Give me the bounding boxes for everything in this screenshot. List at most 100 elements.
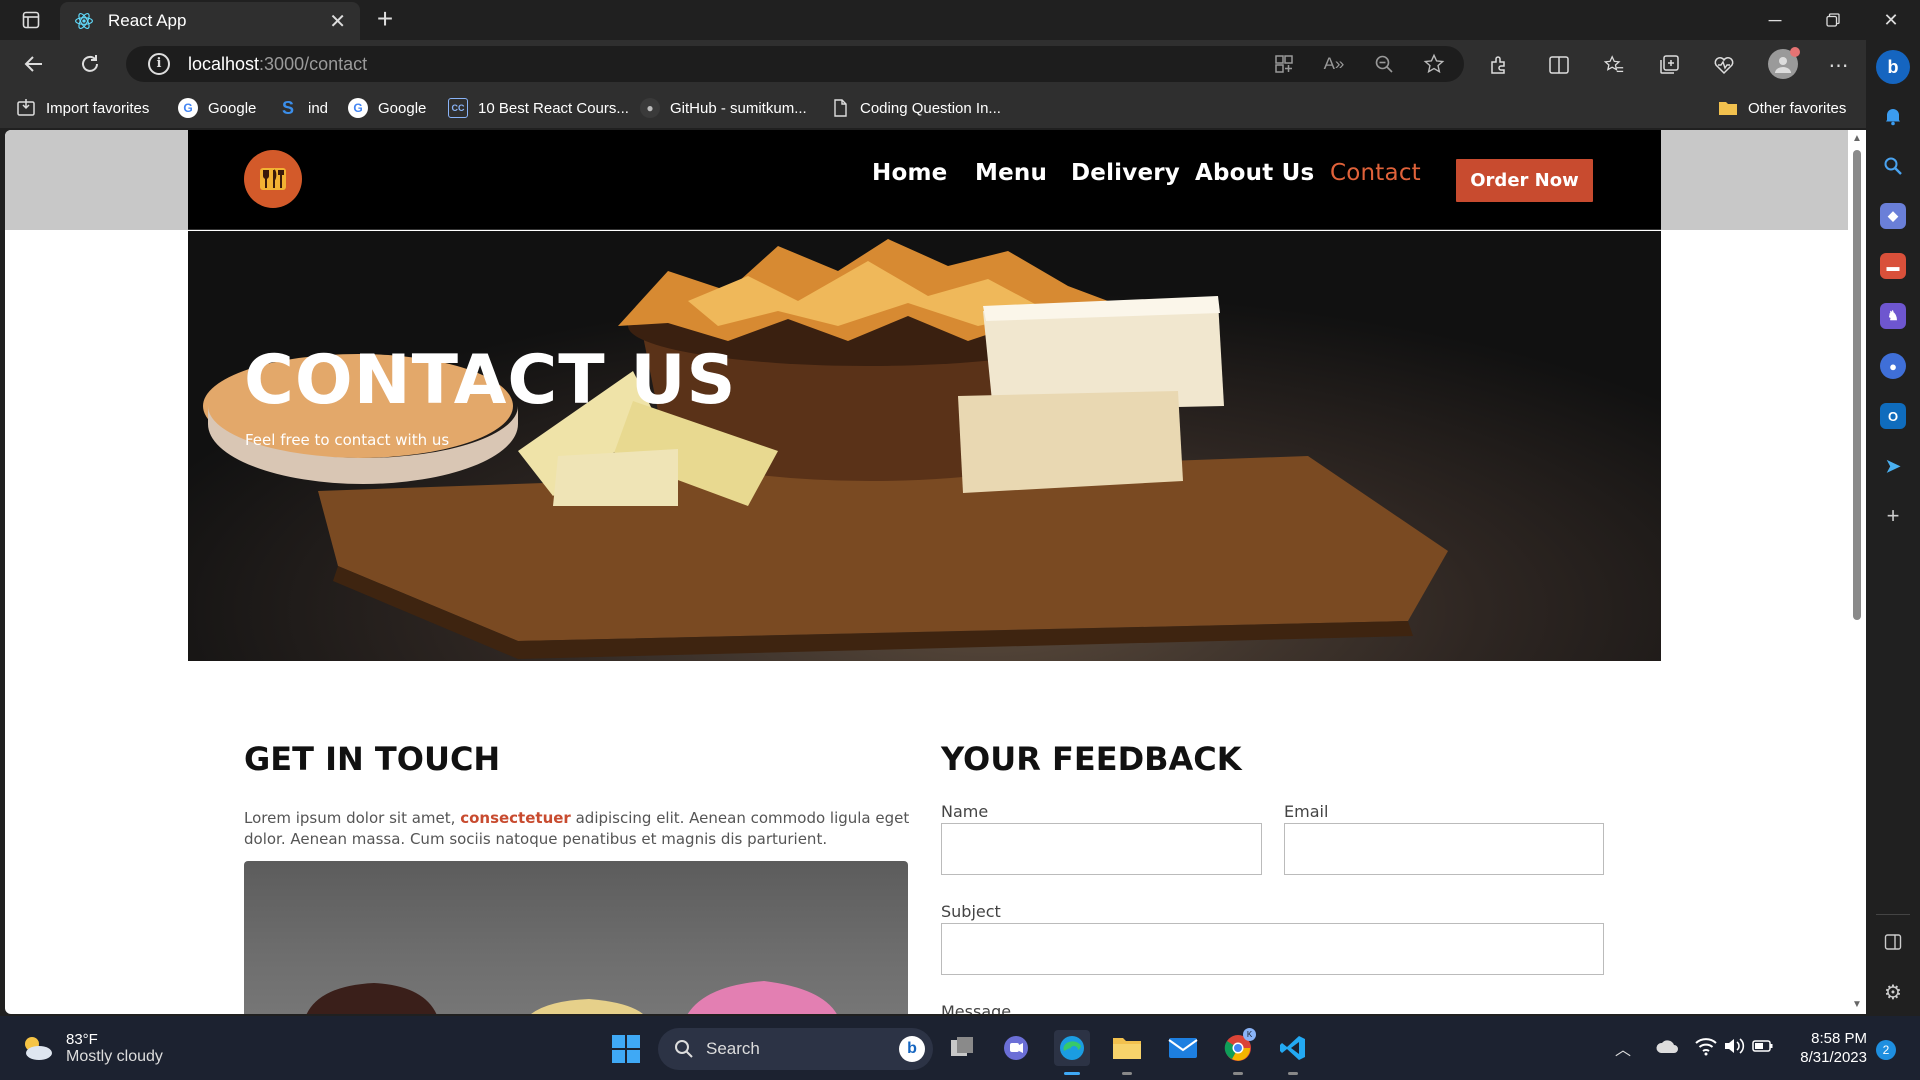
vscode-icon	[1280, 1036, 1305, 1060]
onedrive-icon[interactable]	[1655, 1038, 1679, 1059]
taskbar-search[interactable]: Search b	[658, 1028, 933, 1070]
zoom-out-icon[interactable]	[1371, 51, 1397, 77]
read-aloud-icon[interactable]: A»	[1321, 51, 1347, 77]
nav-menu[interactable]: Menu	[975, 160, 1047, 186]
cupcakes-illustration	[306, 981, 837, 1014]
weather-widget[interactable]: 83°F Mostly cloudy	[20, 1026, 163, 1070]
fav-ind[interactable]: S ind	[278, 96, 328, 120]
restore-button[interactable]	[1806, 0, 1860, 40]
github-icon: ●	[640, 98, 660, 118]
new-tab-button[interactable]: +	[370, 5, 400, 35]
chrome-indicator	[1233, 1072, 1243, 1075]
fav-label: Coding Question In...	[860, 99, 1001, 117]
explorer-indicator	[1122, 1072, 1132, 1075]
back-button[interactable]	[16, 48, 52, 80]
copilot-icon[interactable]: b	[1876, 50, 1910, 84]
clock-date: 8/31/2023	[1800, 1049, 1867, 1066]
file-explorer-button[interactable]	[1109, 1030, 1145, 1075]
fav-label: GitHub - sumitkum...	[670, 99, 807, 117]
refresh-button[interactable]	[72, 48, 108, 80]
vscode-button[interactable]	[1275, 1030, 1311, 1075]
windows-start-button[interactable]	[611, 1034, 641, 1064]
order-now-button[interactable]: Order Now	[1456, 159, 1593, 202]
app-available-icon[interactable]	[1271, 51, 1297, 77]
notification-count-badge[interactable]: 2	[1876, 1040, 1896, 1060]
notifications-bell-icon[interactable]	[1880, 103, 1906, 129]
site-info-icon[interactable]: i	[148, 53, 170, 75]
minimize-button[interactable]: ─	[1748, 0, 1802, 40]
split-screen-icon[interactable]	[1546, 52, 1572, 78]
browser-essentials-icon[interactable]	[1711, 52, 1737, 78]
teams-chat-icon	[1004, 1036, 1028, 1060]
folder-icon	[1113, 1038, 1141, 1059]
fav-react-courses[interactable]: CC 10 Best React Cours...	[448, 96, 629, 120]
restore-icon	[1826, 13, 1840, 27]
tools-icon[interactable]: ▬	[1880, 253, 1906, 279]
profile-avatar[interactable]	[1768, 47, 1800, 79]
add-sidebar-app-icon[interactable]: +	[1880, 503, 1906, 529]
email-input[interactable]	[1284, 823, 1604, 875]
fav-import-favorites[interactable]: Import favorites	[16, 96, 149, 120]
page-viewport: Home Menu Delivery About Us Contact Orde…	[5, 130, 1866, 1014]
close-window-button[interactable]: ✕	[1864, 0, 1918, 40]
nav-delivery[interactable]: Delivery	[1071, 160, 1180, 186]
collections-icon[interactable]	[1656, 52, 1682, 78]
mail-button[interactable]	[1165, 1030, 1201, 1066]
outlook-icon[interactable]: O	[1880, 403, 1906, 429]
restaurant-logo[interactable]	[244, 150, 302, 208]
windows-logo-icon	[612, 1035, 640, 1063]
hero-title: CONTACT US	[244, 341, 737, 420]
nav-home[interactable]: Home	[872, 160, 947, 186]
scrollbar-thumb[interactable]	[1853, 150, 1861, 620]
browser-tab-active[interactable]: React App ✕	[60, 2, 360, 40]
fav-google-1[interactable]: G Google	[178, 96, 256, 120]
subject-input[interactable]	[941, 923, 1604, 975]
subject-label: Subject	[941, 902, 1001, 921]
games-icon[interactable]: ♞	[1880, 303, 1906, 329]
fav-coding-question[interactable]: Coding Question In...	[830, 96, 1001, 120]
close-tab-icon[interactable]: ✕	[329, 9, 346, 34]
fav-other-favorites[interactable]: Other favorites	[1718, 96, 1846, 120]
partly-cloudy-night-icon	[25, 1037, 52, 1060]
favorites-bar: Import favorites G Google S ind G Google…	[0, 88, 1920, 128]
hide-sidebar-icon[interactable]	[1880, 929, 1906, 955]
teams-chat-button[interactable]	[998, 1030, 1034, 1066]
name-input[interactable]	[941, 823, 1262, 875]
scroll-up-arrow-icon[interactable]: ▲	[1852, 134, 1862, 144]
volume-icon[interactable]	[1723, 1036, 1745, 1061]
extensions-icon[interactable]	[1486, 52, 1512, 78]
chrome-button[interactable]: K	[1220, 1028, 1256, 1075]
fav-label: ind	[308, 99, 329, 117]
scroll-down-arrow-icon[interactable]: ▼	[1852, 1000, 1862, 1010]
wifi-icon[interactable]	[1695, 1036, 1717, 1061]
microsoft-365-icon[interactable]: ●	[1880, 353, 1906, 379]
fav-github[interactable]: ● GitHub - sumitkum...	[640, 96, 807, 120]
shopping-tag-icon[interactable]: ◆	[1880, 203, 1906, 229]
battery-icon[interactable]	[1752, 1038, 1774, 1059]
settings-more-icon[interactable]: ⋯	[1826, 52, 1852, 78]
favorites-icon[interactable]	[1601, 52, 1627, 78]
show-hidden-icons-chevron-icon[interactable]: ︿	[1615, 1036, 1631, 1060]
tab-title: React App	[108, 11, 187, 30]
favorite-star-icon[interactable]	[1421, 51, 1447, 77]
touch-text-highlight: consectetuer	[460, 809, 571, 827]
drop-icon[interactable]: ➤	[1880, 453, 1906, 479]
page-scrollbar[interactable]: ▲ ▼	[1848, 130, 1866, 1014]
search-icon[interactable]	[1880, 153, 1906, 179]
google-icon: G	[178, 98, 198, 118]
vscode-indicator	[1288, 1072, 1298, 1075]
name-label: Name	[941, 802, 989, 821]
edge-taskbar-button[interactable]	[1054, 1030, 1090, 1075]
nav-about-us[interactable]: About Us	[1195, 160, 1314, 186]
edge-active-indicator	[1064, 1072, 1080, 1075]
system-clock[interactable]: 8:58 PM 8/31/2023	[1795, 1029, 1867, 1067]
address-bar[interactable]: i localhost:3000/contact A»	[126, 46, 1464, 82]
cupcakes-image	[244, 861, 908, 1014]
nav-contact[interactable]: Contact	[1330, 160, 1421, 186]
tab-actions-button[interactable]	[12, 6, 50, 34]
fav-google-2[interactable]: G Google	[348, 96, 426, 120]
get-in-touch-heading: GET IN TOUCH	[244, 740, 500, 778]
task-view-button[interactable]	[944, 1030, 980, 1066]
back-arrow-icon	[24, 56, 42, 72]
sidebar-settings-gear-icon[interactable]: ⚙	[1880, 979, 1906, 1005]
